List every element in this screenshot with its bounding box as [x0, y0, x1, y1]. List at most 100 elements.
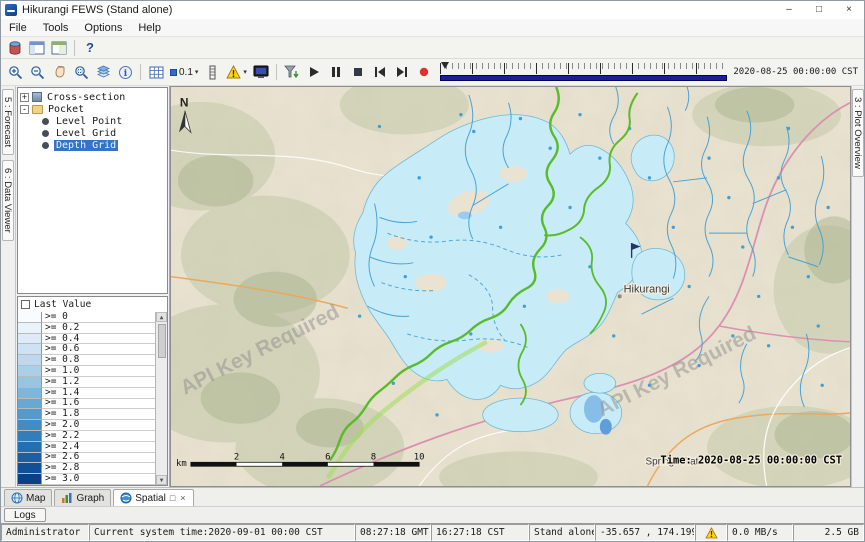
- status-system-time: Current system time:2020-09-01 00:00 CST: [89, 524, 355, 541]
- scale-gauge-button[interactable]: [201, 62, 223, 82]
- tab-data-viewer[interactable]: 6 : Data Viewer: [2, 160, 14, 241]
- tab-graph-label: Graph: [76, 493, 104, 504]
- zoom-in-button[interactable]: [4, 62, 26, 82]
- legend-row[interactable]: >= 0.8: [18, 355, 155, 366]
- funnel-download-icon: [284, 65, 299, 80]
- data-tree[interactable]: + Cross-section - Pocket Level Point Lev…: [17, 87, 168, 294]
- tree-item-pocket[interactable]: - Pocket: [20, 103, 165, 115]
- legend-row[interactable]: >= 1.2: [18, 377, 155, 388]
- tree-item-level-point[interactable]: Level Point: [40, 115, 165, 127]
- svg-text:2: 2: [234, 452, 239, 462]
- legend-row[interactable]: >= 1.8: [18, 409, 155, 420]
- status-warning[interactable]: [695, 524, 727, 541]
- zoom-out-button[interactable]: [26, 62, 48, 82]
- database-button[interactable]: [4, 38, 26, 58]
- tab-map-label: Map: [26, 493, 45, 504]
- svg-text:10: 10: [414, 452, 425, 462]
- tab-spatial[interactable]: Spatial □ ×: [113, 489, 193, 506]
- maximize-button[interactable]: □: [804, 1, 834, 19]
- explorer-panel-button[interactable]: [26, 38, 48, 58]
- legend-label: >= 0.2: [42, 323, 155, 334]
- tab-forecast[interactable]: 5 : Forecast: [2, 89, 14, 155]
- svg-text:N: N: [180, 96, 189, 110]
- grid-display-button[interactable]: [145, 62, 167, 82]
- timeline-handle-icon[interactable]: [441, 62, 449, 69]
- info-button[interactable]: i: [114, 62, 136, 82]
- display-button[interactable]: [250, 62, 272, 82]
- legend-row[interactable]: >= 0: [18, 312, 155, 323]
- bar-chart-icon: [61, 492, 73, 504]
- toolbar-map: i 0.1 ▾ ▾: [1, 59, 864, 86]
- legend-row[interactable]: >= 2.2: [18, 431, 155, 442]
- legend-row[interactable]: >= 2.6: [18, 453, 155, 464]
- pause-button[interactable]: [325, 62, 347, 82]
- layers-button[interactable]: [92, 62, 114, 82]
- menu-options[interactable]: Options: [76, 20, 130, 36]
- menu-help[interactable]: Help: [130, 20, 169, 36]
- record-button[interactable]: [413, 62, 435, 82]
- panel-restore-icon[interactable]: □: [169, 493, 176, 503]
- scroll-down-icon[interactable]: ▼: [156, 475, 167, 485]
- tree-item-cross-section[interactable]: + Cross-section: [20, 91, 165, 103]
- map-panel[interactable]: Hikurangi Springs Flat API Key Required …: [170, 86, 851, 487]
- legend-swatch: [18, 420, 42, 431]
- legend-scrollbar[interactable]: ▲ ▼: [155, 312, 167, 485]
- last-value-checkbox[interactable]: [21, 300, 30, 309]
- tree-item-depth-grid[interactable]: Depth Grid: [40, 139, 165, 151]
- interval-icon: [170, 69, 177, 76]
- logs-button[interactable]: Logs: [4, 508, 46, 522]
- scroll-up-icon[interactable]: ▲: [156, 312, 167, 322]
- map-canvas[interactable]: Hikurangi Springs Flat API Key Required …: [171, 87, 850, 486]
- tab-map[interactable]: Map: [4, 489, 52, 506]
- zoom-extent-button[interactable]: [70, 62, 92, 82]
- legend-row[interactable]: >= 0.4: [18, 334, 155, 345]
- timeline-slider[interactable]: [440, 62, 727, 82]
- legend-row[interactable]: >= 2.4: [18, 442, 155, 453]
- zoom-in-icon: [8, 65, 23, 80]
- legend-label: >= 3.0: [42, 474, 155, 485]
- close-button[interactable]: ×: [834, 1, 864, 19]
- export-run-button[interactable]: [281, 62, 303, 82]
- tab-plot-overview[interactable]: 3 : Plot Overview: [852, 89, 864, 177]
- record-icon: [418, 66, 430, 78]
- tree-item-level-grid[interactable]: Level Grid: [40, 127, 165, 139]
- tree-item-label: Pocket: [46, 104, 86, 115]
- legend-row[interactable]: >= 1.0: [18, 366, 155, 377]
- legend-rows: >= 0>= 0.2>= 0.4>= 0.6>= 0.8>= 1.0>= 1.2…: [18, 312, 155, 485]
- legend-row[interactable]: >= 1.6: [18, 399, 155, 410]
- expand-open-icon[interactable]: -: [20, 105, 29, 114]
- legend-row[interactable]: >= 3.0: [18, 474, 155, 485]
- play-button[interactable]: [303, 62, 325, 82]
- title-bar: Hikurangi FEWS (Stand alone) – □ ×: [1, 1, 864, 19]
- tab-graph[interactable]: Graph: [54, 489, 111, 506]
- menu-file[interactable]: File: [1, 20, 35, 36]
- interval-dropdown[interactable]: 0.1 ▾: [167, 62, 201, 82]
- chevron-down-icon: ▾: [195, 68, 199, 76]
- legend-row[interactable]: >= 1.4: [18, 388, 155, 399]
- next-step-button[interactable]: [391, 62, 413, 82]
- toolbar-separator: [74, 40, 75, 56]
- minimize-button[interactable]: –: [774, 1, 804, 19]
- pan-button[interactable]: [48, 62, 70, 82]
- timeline-track: [440, 75, 727, 81]
- scroll-thumb[interactable]: [158, 324, 166, 358]
- legend-row[interactable]: >= 0.6: [18, 344, 155, 355]
- split-view-button[interactable]: [48, 38, 70, 58]
- legend-row[interactable]: >= 0.2: [18, 323, 155, 334]
- expand-closed-icon[interactable]: +: [20, 93, 29, 102]
- legend-swatch: [18, 431, 42, 442]
- menu-tools[interactable]: Tools: [35, 20, 77, 36]
- next-icon: [396, 66, 408, 78]
- legend-swatch: [18, 463, 42, 474]
- help-button[interactable]: ?: [79, 38, 101, 58]
- legend-row[interactable]: >= 2.8: [18, 463, 155, 474]
- stop-button[interactable]: [347, 62, 369, 82]
- help-icon: ?: [86, 40, 94, 55]
- tree-item-label: Level Grid: [54, 128, 118, 139]
- warning-icon: [226, 65, 241, 79]
- previous-step-button[interactable]: [369, 62, 391, 82]
- panel-close-icon[interactable]: ×: [179, 493, 186, 503]
- warnings-dropdown[interactable]: ▾: [223, 62, 250, 82]
- app-window: Hikurangi FEWS (Stand alone) – □ × File …: [0, 0, 865, 542]
- legend-row[interactable]: >= 2.0: [18, 420, 155, 431]
